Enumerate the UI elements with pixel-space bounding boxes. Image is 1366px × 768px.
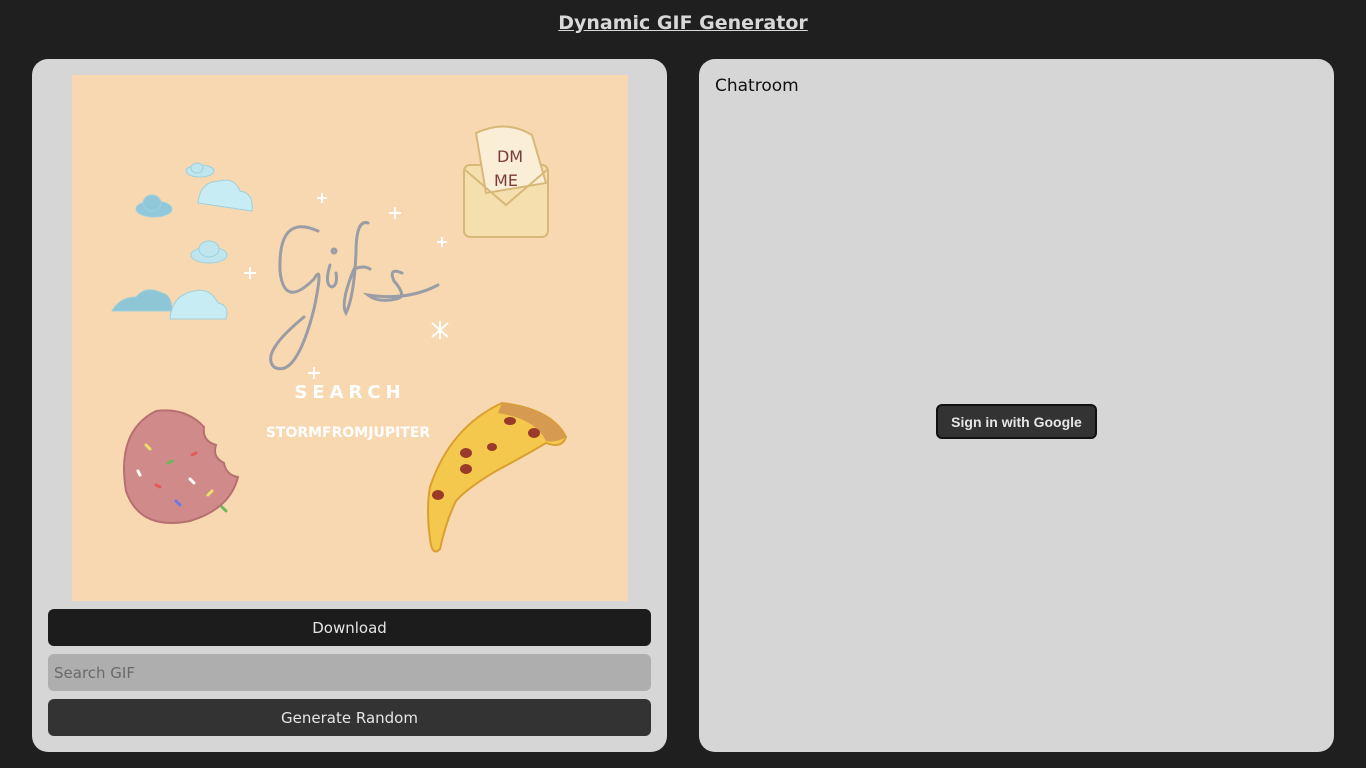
sign-in-google-button[interactable]: Sign in with Google xyxy=(936,404,1097,439)
page-title: Dynamic GIF Generator xyxy=(558,12,808,34)
svg-text:DM: DM xyxy=(497,147,523,166)
svg-text:ME: ME xyxy=(494,171,518,190)
gif-panel: DM ME SEARCH STORMFROMJUPITER Download S… xyxy=(32,59,667,752)
chatroom-title: Chatroom xyxy=(715,76,799,96)
download-button[interactable]: Download xyxy=(48,609,651,646)
gif-preview-image: DM ME SEARCH STORMFROMJUPITER xyxy=(72,75,628,601)
gif-illustration: DM ME SEARCH STORMFROMJUPITER xyxy=(72,75,628,601)
generate-random-button[interactable]: Generate Random xyxy=(48,699,651,736)
gif-caption-user: STORMFROMJUPITER xyxy=(266,425,431,441)
search-gif-input[interactable] xyxy=(48,654,651,691)
gif-caption-search: SEARCH xyxy=(294,382,405,403)
chat-panel: Chatroom Sign in with Google xyxy=(699,59,1334,752)
